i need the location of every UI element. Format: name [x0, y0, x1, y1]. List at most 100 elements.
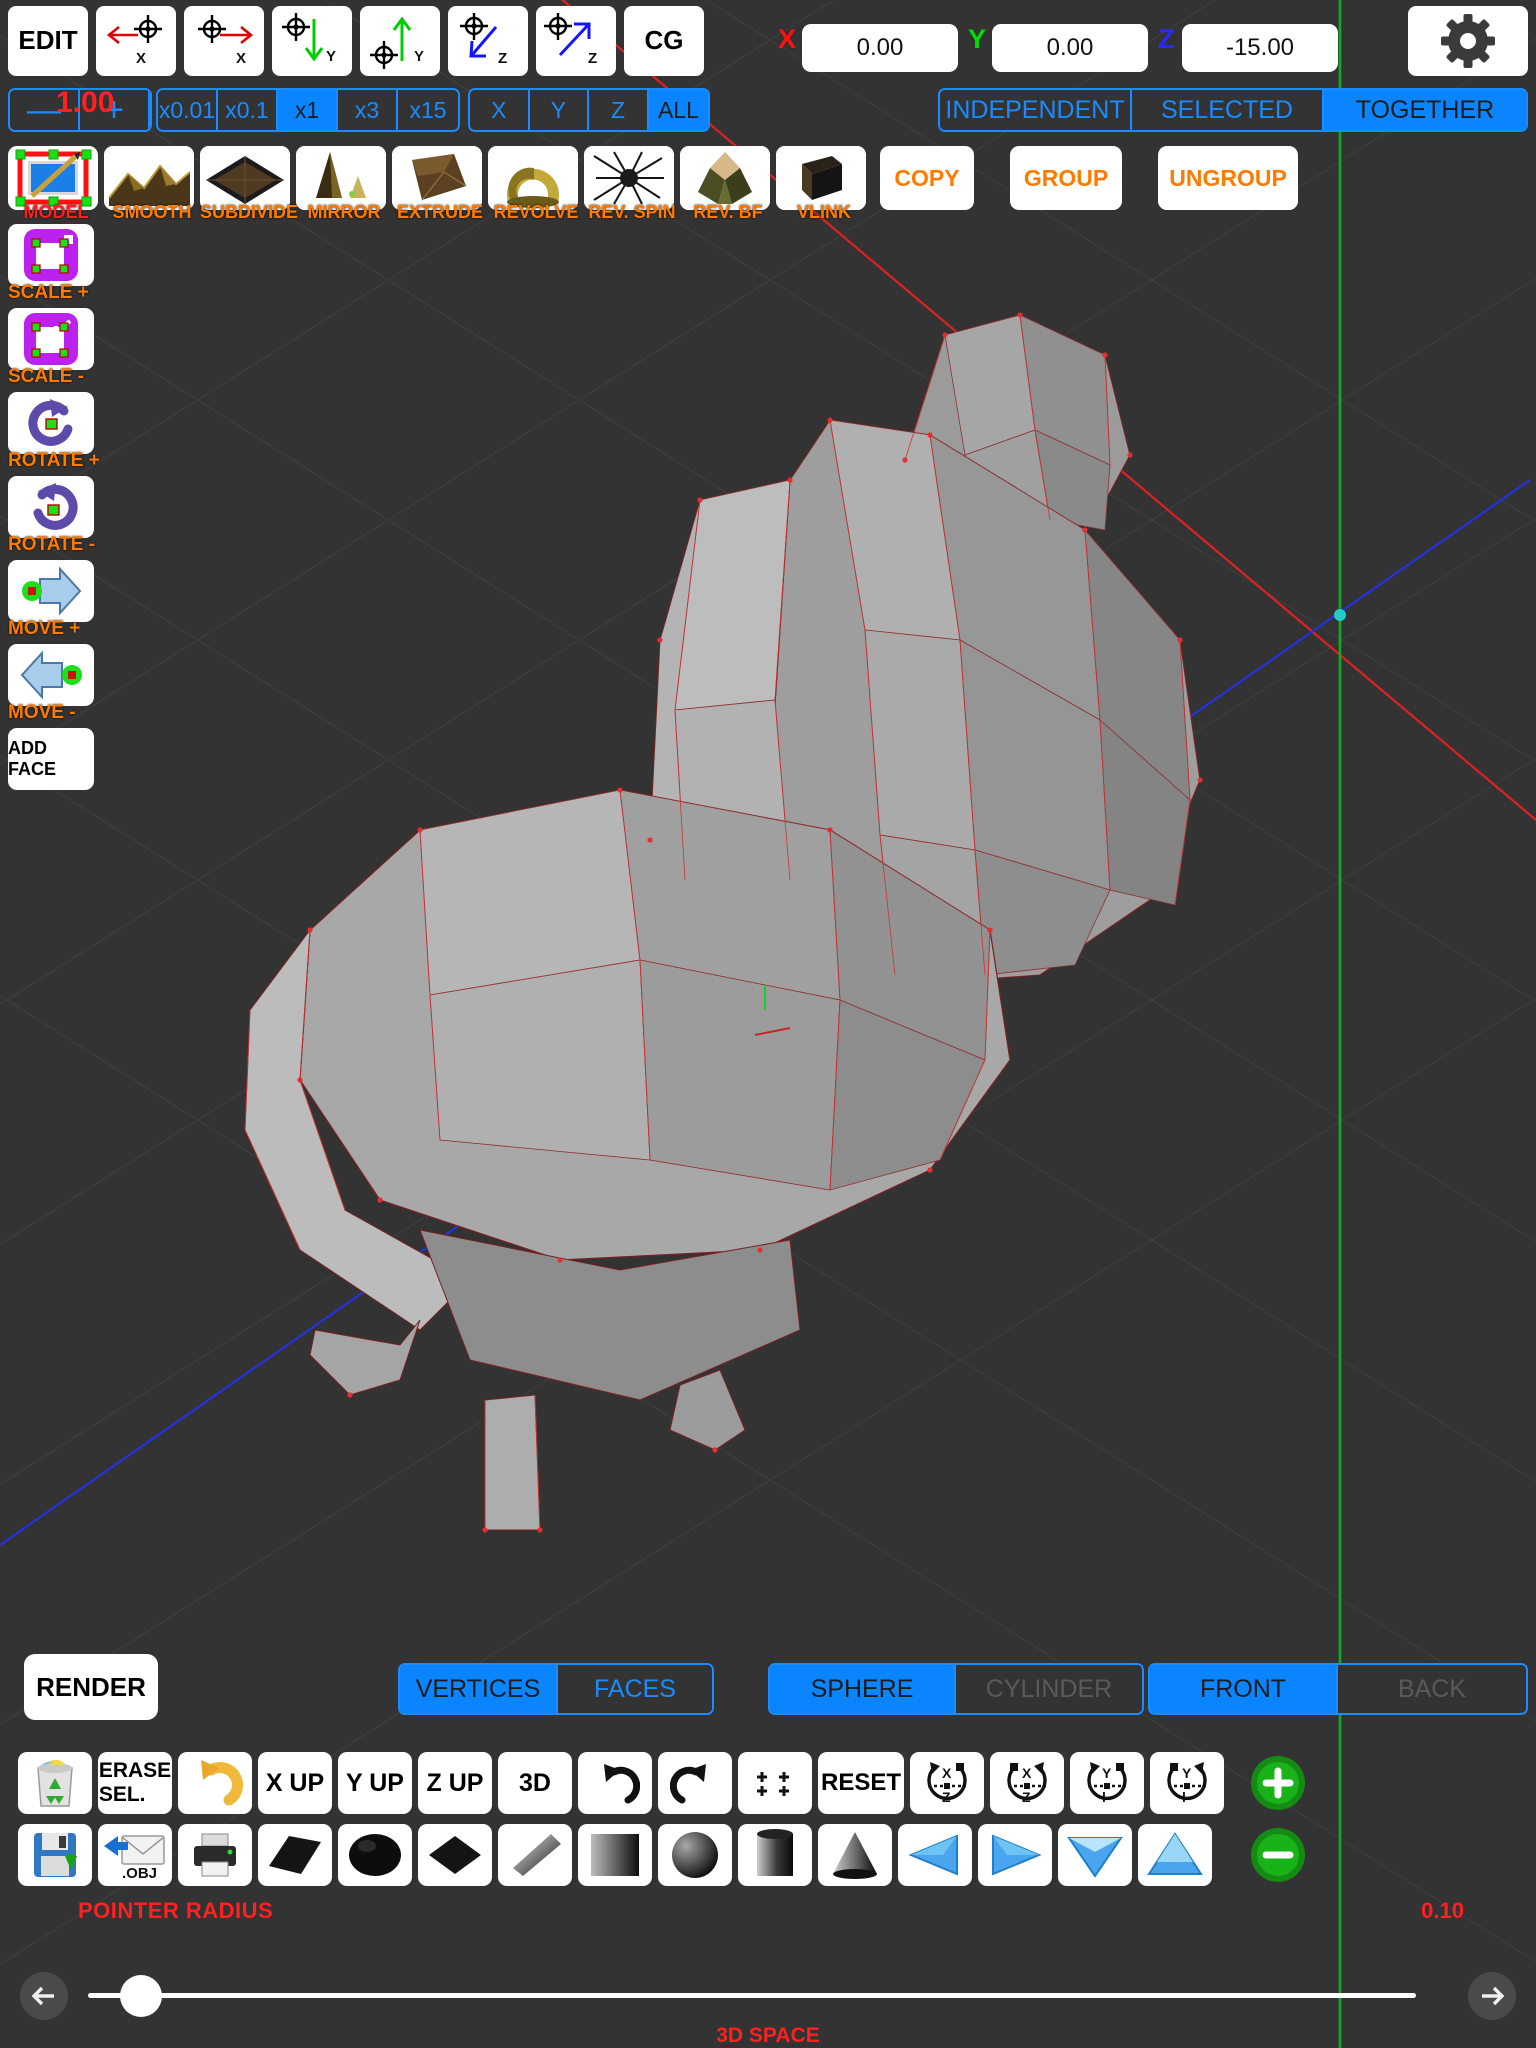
sidebar-item-rotate-plus[interactable]: ROTATE +: [8, 392, 104, 471]
three-d-button[interactable]: 3D: [498, 1752, 572, 1814]
undo-gold-button[interactable]: [178, 1752, 252, 1814]
x-up-button[interactable]: X UP: [258, 1752, 332, 1814]
add-face-button[interactable]: ADD FACE: [8, 728, 94, 790]
primitive-mode-sphere[interactable]: SPHERE: [770, 1665, 956, 1713]
tool-rev-spin-button[interactable]: [584, 146, 674, 210]
axis-filter-x[interactable]: X: [470, 90, 530, 130]
group-button[interactable]: GROUP: [1010, 146, 1122, 210]
y-up-button[interactable]: Y UP: [338, 1752, 412, 1814]
print-button[interactable]: [178, 1824, 252, 1886]
flip-left-button[interactable]: [898, 1824, 972, 1886]
next-page-button[interactable]: [1468, 1972, 1516, 2020]
erase-selection-button[interactable]: ERASE SEL.: [98, 1752, 172, 1814]
multiplier-x0-1[interactable]: x0.1: [218, 90, 278, 130]
multiplier-x0-01-label: x0.01: [158, 96, 216, 123]
tool-vlink-button[interactable]: [776, 146, 866, 210]
coord-y-input[interactable]: 0.00: [992, 24, 1148, 72]
reset-button[interactable]: RESET: [818, 1752, 904, 1814]
flip-right-button[interactable]: [978, 1824, 1052, 1886]
tool-smooth-button[interactable]: [104, 146, 194, 210]
coord-x-input[interactable]: 0.00: [802, 24, 958, 72]
cone-shape-button[interactable]: [818, 1824, 892, 1886]
pointer-radius-slider-knob[interactable]: [120, 1975, 162, 2017]
pointer-radius-slider-track[interactable]: [88, 1993, 1416, 1998]
sidebar-item-add-face[interactable]: ADD FACE: [8, 728, 104, 790]
diamond-shape-button[interactable]: [418, 1824, 492, 1886]
transform-mode-together[interactable]: TOGETHER: [1324, 90, 1526, 130]
tool-mirror-button[interactable]: [296, 146, 386, 210]
selection-mode-faces-label: FACES: [594, 1674, 676, 1703]
sidebar-item-move-plus[interactable]: MOVE +: [8, 560, 104, 639]
multiplier-x3[interactable]: x3: [338, 90, 398, 130]
rotate-xz-ccw-button[interactable]: X Z: [990, 1752, 1064, 1814]
cube-shape-button[interactable]: [578, 1824, 652, 1886]
scale-plus-button[interactable]: [8, 224, 94, 286]
pan-minus-z-button[interactable]: Z: [448, 6, 528, 76]
face-mode-back[interactable]: BACK: [1338, 1665, 1526, 1713]
rotate-minus-label: ROTATE -: [8, 534, 95, 555]
multiplier-x0-01[interactable]: x0.01: [158, 90, 218, 130]
edit-button[interactable]: EDIT: [8, 6, 88, 76]
hemisphere-shape-button[interactable]: [658, 1824, 732, 1886]
rotate-yz-ccw-button[interactable]: Y l: [1150, 1752, 1224, 1814]
pan-plus-x-button[interactable]: X: [184, 6, 264, 76]
axis-filter-y[interactable]: Y: [529, 90, 590, 130]
sidebar-item-move-minus[interactable]: MOVE -: [8, 644, 104, 723]
undo-button[interactable]: [578, 1752, 652, 1814]
rotate-plus-button[interactable]: [8, 392, 94, 454]
tool-extrude-button[interactable]: [392, 146, 482, 210]
delete-all-button[interactable]: [18, 1752, 92, 1814]
multiplier-x1[interactable]: x1: [278, 90, 338, 130]
viewport-canvas[interactable]: [0, 0, 1536, 2048]
sphere-shape-button[interactable]: [338, 1824, 412, 1886]
sidebar-item-scale-plus[interactable]: SCALE +: [8, 224, 104, 303]
flip-down-button[interactable]: [1058, 1824, 1132, 1886]
render-button[interactable]: RENDER: [24, 1654, 158, 1720]
coord-z-input[interactable]: -15.00: [1182, 24, 1338, 72]
plane-shape-button[interactable]: [258, 1824, 332, 1886]
rotate-xz-cw-button[interactable]: X Z: [910, 1752, 984, 1814]
cylinder-shape-button[interactable]: [738, 1824, 812, 1886]
primitive-mode-cylinder[interactable]: CYLINDER: [956, 1665, 1142, 1713]
tool-rev-bf-button[interactable]: [680, 146, 770, 210]
viewport-3d[interactable]: [0, 0, 1536, 2048]
flip-up-button[interactable]: [1138, 1824, 1212, 1886]
center-view-button[interactable]: [738, 1752, 812, 1814]
import-obj-button[interactable]: .OBJ: [98, 1824, 172, 1886]
move-plus-button[interactable]: [8, 560, 94, 622]
z-up-button[interactable]: Z UP: [418, 1752, 492, 1814]
zoom-in-button[interactable]: [1244, 1752, 1312, 1814]
rotate-minus-button[interactable]: [8, 476, 94, 538]
transform-mode-independent[interactable]: INDEPENDENT: [940, 90, 1132, 130]
pan-plus-z-button[interactable]: Z: [536, 6, 616, 76]
y-up-label: Y UP: [346, 1768, 404, 1797]
multiplier-x15[interactable]: x15: [398, 90, 458, 130]
sidebar-item-rotate-minus[interactable]: ROTATE -: [8, 476, 104, 555]
settings-button[interactable]: [1408, 6, 1528, 76]
pan-minus-y-button[interactable]: Y: [272, 6, 352, 76]
prev-page-button[interactable]: [20, 1972, 68, 2020]
axis-filter-all[interactable]: ALL: [648, 90, 708, 130]
redo-button[interactable]: [658, 1752, 732, 1814]
copy-button[interactable]: COPY: [880, 146, 974, 210]
selection-mode-vertices[interactable]: VERTICES: [400, 1665, 558, 1713]
transform-mode-selected[interactable]: SELECTED: [1132, 90, 1324, 130]
zoom-out-button[interactable]: [1244, 1824, 1312, 1886]
tool-revolve-button[interactable]: [488, 146, 578, 210]
extrude-icon: [392, 146, 482, 210]
axis-filter-z[interactable]: Z: [589, 90, 649, 130]
pan-plus-y-button[interactable]: Y: [360, 6, 440, 76]
wedge-shape-button[interactable]: [498, 1824, 572, 1886]
face-mode-front[interactable]: FRONT: [1150, 1665, 1338, 1713]
save-button[interactable]: [18, 1824, 92, 1886]
move-minus-button[interactable]: [8, 644, 94, 706]
selection-mode-faces[interactable]: FACES: [558, 1665, 712, 1713]
tool-model-button[interactable]: [8, 146, 98, 210]
sidebar-item-scale-minus[interactable]: SCALE -: [8, 308, 104, 387]
ungroup-button[interactable]: UNGROUP: [1158, 146, 1298, 210]
rotate-yz-cw-button[interactable]: Y l: [1070, 1752, 1144, 1814]
cg-button[interactable]: CG: [624, 6, 704, 76]
pan-minus-x-button[interactable]: X: [96, 6, 176, 76]
tool-subdivide-button[interactable]: [200, 146, 290, 210]
scale-minus-button[interactable]: [8, 308, 94, 370]
